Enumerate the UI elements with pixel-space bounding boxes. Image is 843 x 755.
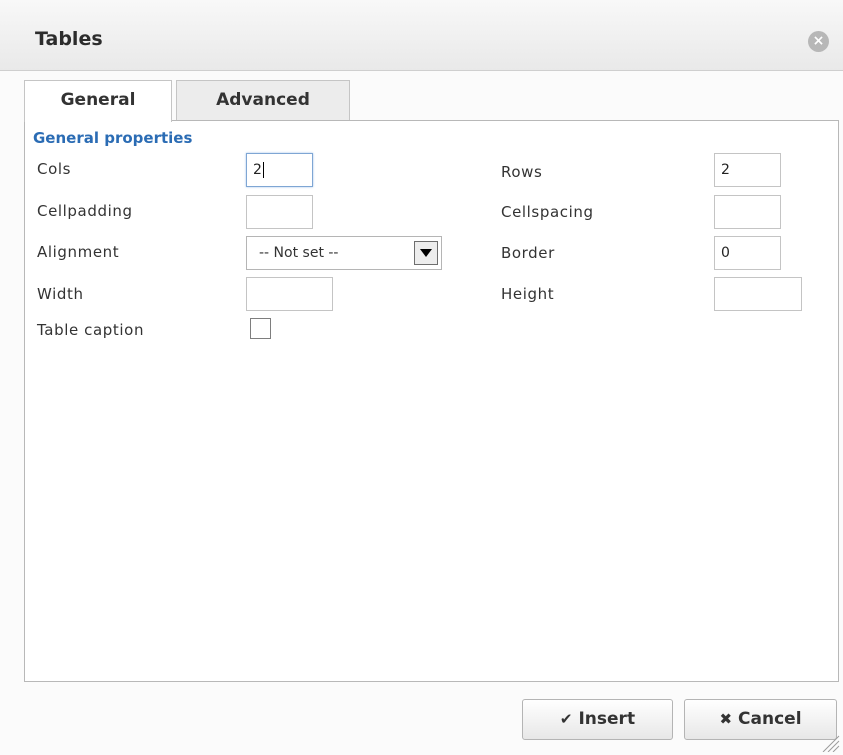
alignment-select[interactable]: -- Not set --	[246, 236, 442, 270]
dialog-title: Tables	[35, 28, 103, 50]
checkmark-icon: ✔	[559, 710, 573, 728]
height-label: Height	[501, 285, 555, 303]
cols-label: Cols	[37, 160, 72, 178]
section-title: General properties	[33, 129, 193, 147]
alignment-selected-value: -- Not set --	[259, 245, 339, 261]
rows-input[interactable]: 2	[714, 153, 781, 187]
table-caption-label: Table caption	[37, 321, 145, 339]
insert-label: Insert	[578, 709, 636, 729]
cellspacing-label: Cellspacing	[501, 203, 594, 221]
rows-value: 2	[721, 162, 730, 178]
tab-general[interactable]: General	[24, 80, 172, 122]
tables-dialog: Tables × General Advanced General proper…	[0, 0, 843, 755]
width-input[interactable]	[246, 277, 333, 311]
tab-advanced[interactable]: Advanced	[176, 80, 350, 120]
height-input[interactable]	[714, 277, 802, 311]
chevron-down-icon[interactable]	[414, 241, 438, 265]
dialog-titlebar[interactable]: Tables ×	[0, 0, 843, 71]
cancel-label: Cancel	[738, 709, 802, 729]
cols-input[interactable]: 2	[246, 153, 313, 187]
cellpadding-label: Cellpadding	[37, 202, 133, 220]
text-caret	[262, 162, 264, 178]
cancel-button[interactable]: ✖ Cancel	[684, 699, 837, 740]
alignment-label: Alignment	[37, 243, 120, 261]
cols-value: 2	[253, 162, 262, 178]
resize-grip-icon[interactable]	[820, 734, 840, 752]
insert-button[interactable]: ✔ Insert	[522, 699, 673, 740]
border-label: Border	[501, 244, 555, 262]
rows-label: Rows	[501, 163, 543, 181]
cellspacing-input[interactable]	[714, 195, 781, 229]
close-icon[interactable]: ×	[808, 31, 829, 52]
cellpadding-input[interactable]	[246, 195, 313, 229]
border-value: 0	[721, 245, 730, 261]
border-input[interactable]: 0	[714, 236, 781, 270]
table-caption-checkbox[interactable]	[250, 318, 271, 339]
x-icon: ✖	[719, 710, 733, 728]
width-label: Width	[37, 285, 84, 303]
